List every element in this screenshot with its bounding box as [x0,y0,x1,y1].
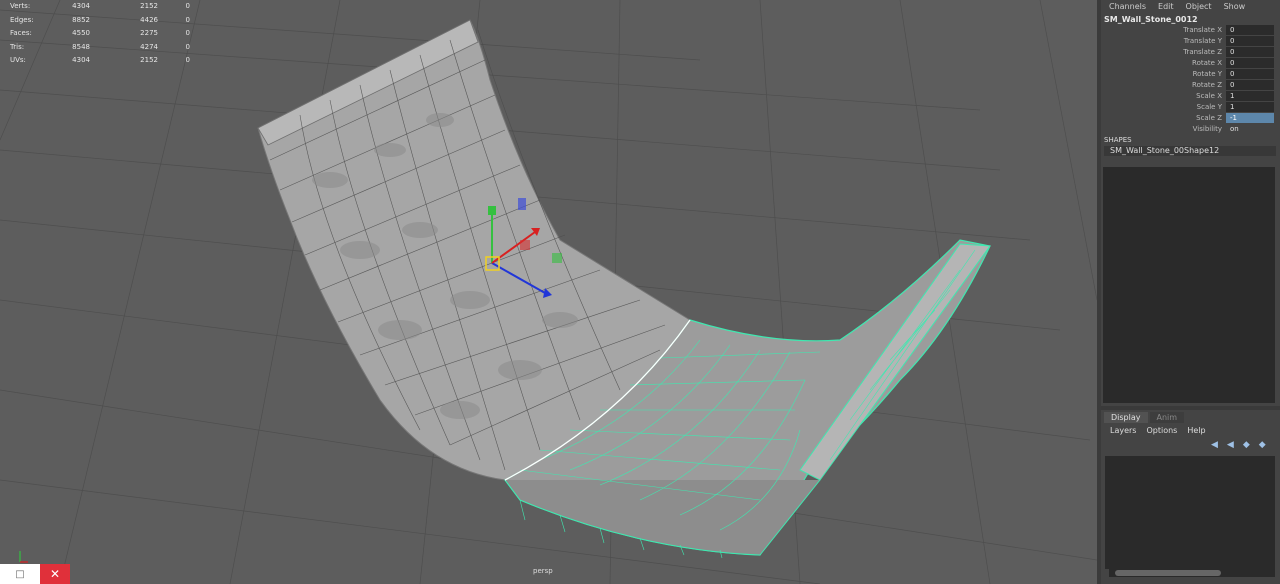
channel-field[interactable]: 0 [1226,80,1274,90]
layer-new-icon[interactable]: ◆ [1243,440,1250,450]
layer-move-up-icon[interactable]: ◀ [1211,440,1218,450]
menu-help[interactable]: Help [1187,426,1205,435]
channel-translate-x[interactable]: Translate X0 [1101,25,1280,36]
channel-box-menu: Channels Edit Object Show [1101,0,1280,14]
scene-canvas[interactable] [0,0,1097,584]
channel-field[interactable]: 0 [1226,25,1274,35]
layer-icons: ◀ ◀ ◆ ◆ [1211,440,1266,450]
hud-row-uvs: UVs: 4304 2152 0 [10,56,190,65]
hud-row-tris: Tris: 8548 4274 0 [10,42,190,51]
channel-field[interactable]: 1 [1226,91,1274,101]
menu-edit[interactable]: Edit [1158,2,1174,14]
scrollbar-thumb[interactable] [1115,570,1221,576]
menu-show[interactable]: Show [1224,2,1246,14]
layer-tabs: Display Anim [1104,412,1185,423]
menu-object[interactable]: Object [1186,2,1212,14]
channel-visibility[interactable]: Visibility on [1101,124,1280,135]
tab-anim[interactable]: Anim [1149,412,1185,423]
channel-translate-z[interactable]: Translate Z0 [1101,47,1280,58]
hud-row-faces: Faces: 4550 2275 0 [10,29,190,38]
tab-display[interactable]: Display [1104,412,1148,423]
channel-field[interactable]: 1 [1226,102,1274,112]
channel-field[interactable]: 0 [1226,47,1274,57]
layer-scrollbar[interactable] [1109,569,1275,577]
menu-channels[interactable]: Channels [1109,2,1146,14]
layer-move-down-icon[interactable]: ◀ [1227,440,1234,450]
channel-scale-x[interactable]: Scale X1 [1101,91,1280,102]
channel-field[interactable]: 0 [1226,58,1274,68]
channel-field[interactable]: 0 [1226,36,1274,46]
menu-layers[interactable]: Layers [1110,426,1136,435]
channel-scale-z[interactable]: Scale Z -1 [1101,113,1280,124]
channel-field[interactable]: 0 [1226,69,1274,79]
shapes-header: SHAPES [1104,136,1132,144]
channel-scale-y[interactable]: Scale Y1 [1101,102,1280,113]
layer-selected-icon[interactable]: ◆ [1259,440,1266,450]
object-name[interactable]: SM_Wall_Stone_0012 [1104,15,1198,24]
channel-field-selected[interactable]: -1 [1226,113,1274,123]
maya-window: Verts: 4304 2152 0 Edges: 8852 4426 0 Faces: 45… [0,0,1280,584]
restore-button[interactable]: □ [0,564,40,584]
inputs-area [1103,167,1275,403]
panel-separator[interactable] [1101,406,1280,410]
channel-rotate-y[interactable]: Rotate Y0 [1101,69,1280,80]
camera-label: persp [533,567,553,575]
channel-rotate-x[interactable]: Rotate X0 [1101,58,1280,69]
channel-rotate-z[interactable]: Rotate Z0 [1101,80,1280,91]
menu-options[interactable]: Options [1146,426,1177,435]
layer-menu: Layers Options Help [1110,426,1206,435]
viewport-persp[interactable]: Verts: 4304 2152 0 Edges: 8852 4426 0 Faces: 45… [0,0,1097,584]
hud-row-verts: Verts: 4304 2152 0 [10,2,190,10]
channel-box-panel: Channels Edit Object Show SM_Wall_Stone_… [1101,0,1280,584]
shape-node[interactable]: SM_Wall_Stone_00Shape12 [1104,146,1276,156]
channel-translate-y[interactable]: Translate Y0 [1101,36,1280,47]
close-button[interactable]: ✕ [40,564,70,584]
poly-count-hud: Verts: 4304 2152 0 Edges: 8852 4426 0 Faces: 45… [10,0,190,68]
channel-field[interactable]: on [1226,124,1274,134]
hud-row-edges: Edges: 8852 4426 0 [10,15,190,24]
view-axis-icon [19,551,28,563]
layer-list[interactable] [1105,456,1275,569]
